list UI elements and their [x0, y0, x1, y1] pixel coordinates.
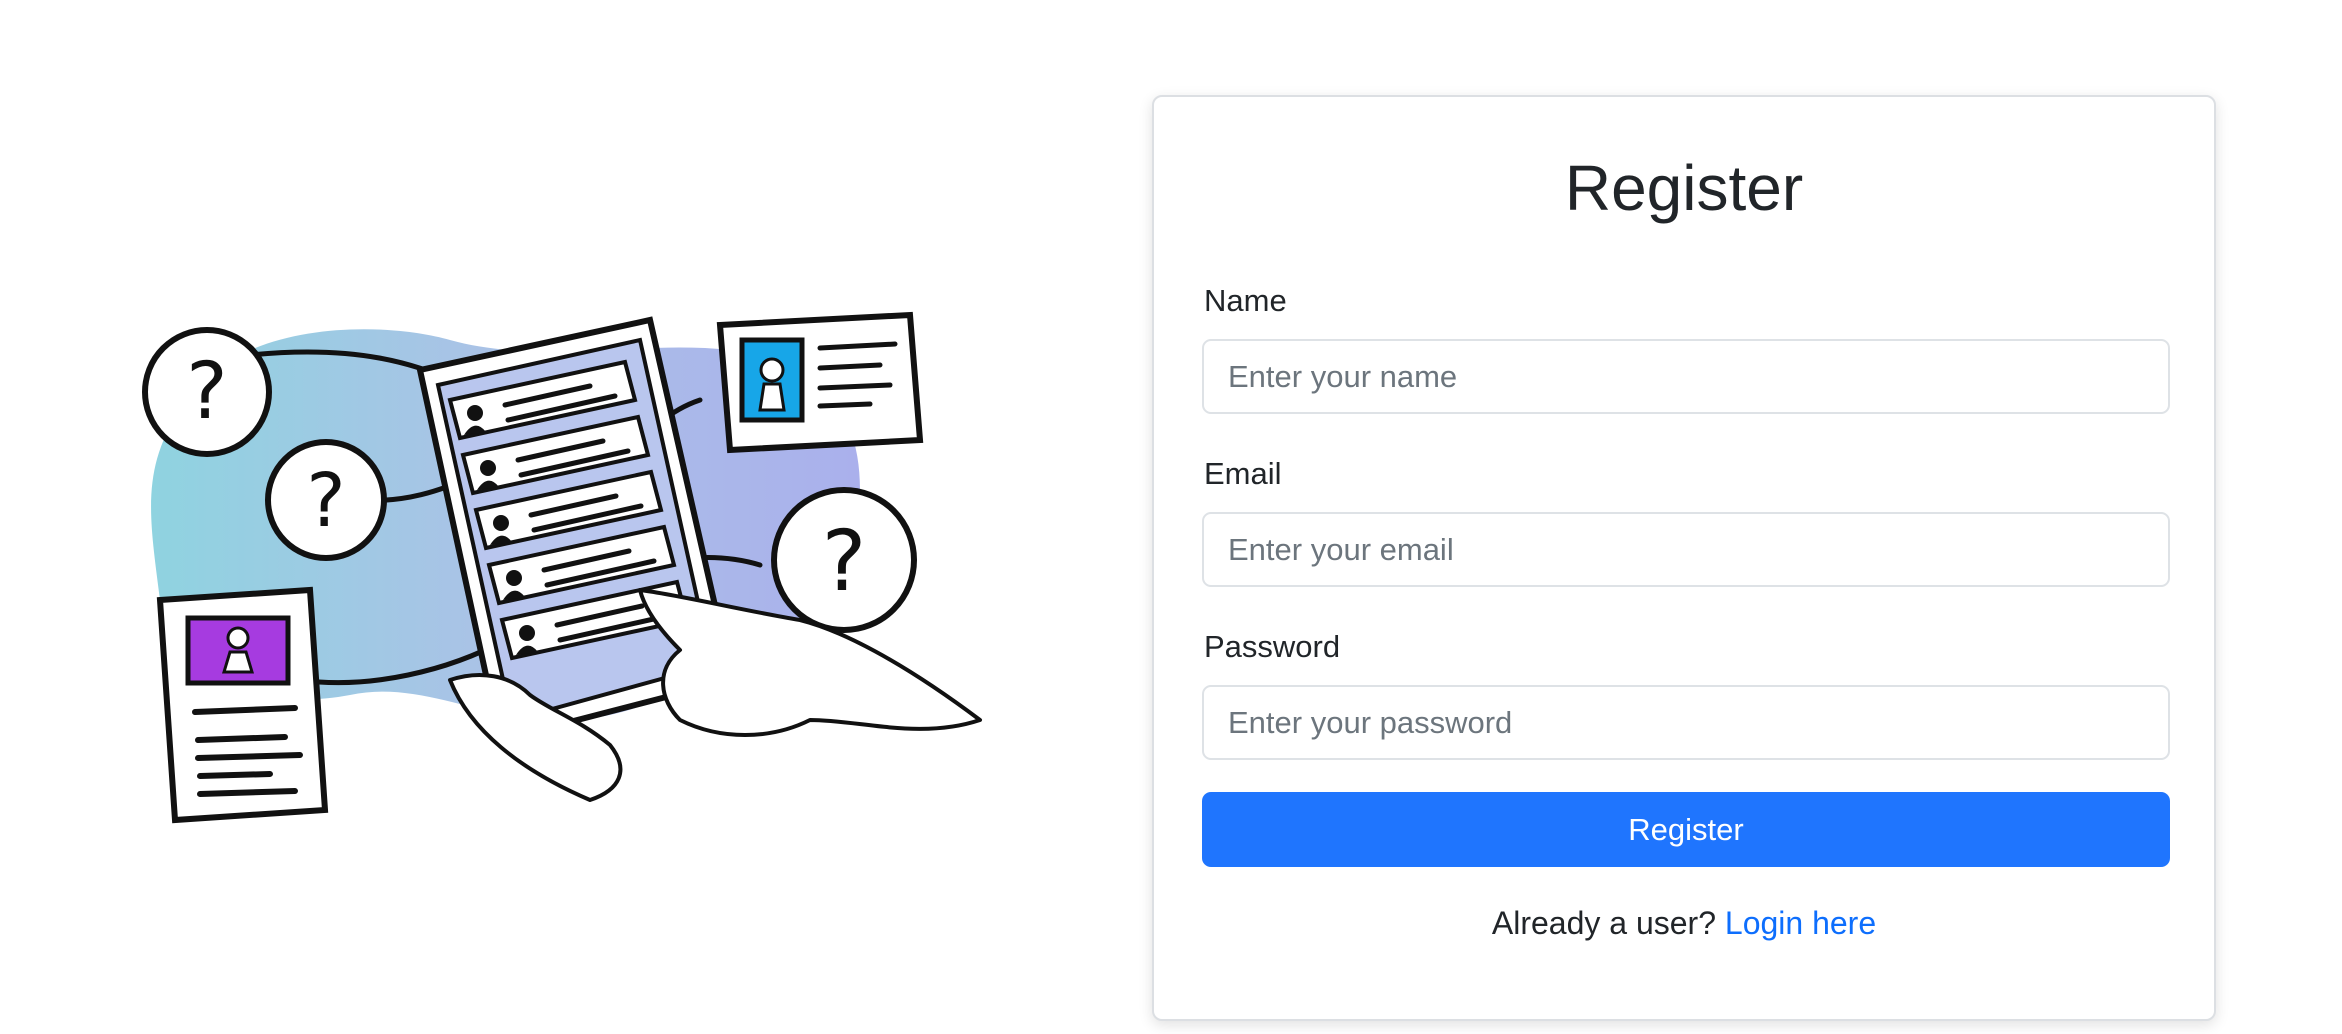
email-label: Email	[1204, 456, 1282, 491]
question-bubble-icon: ?	[771, 487, 917, 633]
email-input[interactable]	[1202, 512, 2170, 587]
login-prompt: Already a user? Login here	[1202, 903, 2166, 943]
svg-text:?: ?	[822, 512, 867, 610]
svg-text:?: ?	[186, 347, 227, 437]
question-bubble-icon: ?	[142, 327, 272, 457]
register-page: ? ? ? Register Name Enter your name Emai…	[0, 0, 2342, 1034]
page-title: Register	[1564, 152, 1804, 224]
question-bubble-icon: ?	[265, 439, 387, 561]
svg-text:?: ?	[306, 458, 345, 544]
email-field-group: Email	[1202, 454, 2170, 587]
name-label: Name	[1204, 283, 1287, 318]
password-input[interactable]	[1202, 685, 2170, 760]
name-field-group: Name	[1202, 281, 2170, 414]
register-button[interactable]: Register	[1202, 792, 2170, 867]
profile-card-icon	[156, 586, 329, 824]
password-field-group: Password	[1202, 627, 2170, 760]
login-prompt-text: Already a user?	[1491, 905, 1716, 941]
register-card: Register Name Email Password Register Al…	[1152, 95, 2216, 1021]
profile-card-icon	[716, 311, 924, 454]
login-link[interactable]: Login here	[1725, 905, 1876, 941]
password-label: Password	[1204, 629, 1341, 664]
name-input[interactable]	[1202, 339, 2170, 414]
users-directory-illustration: ? ? ?	[142, 311, 982, 824]
